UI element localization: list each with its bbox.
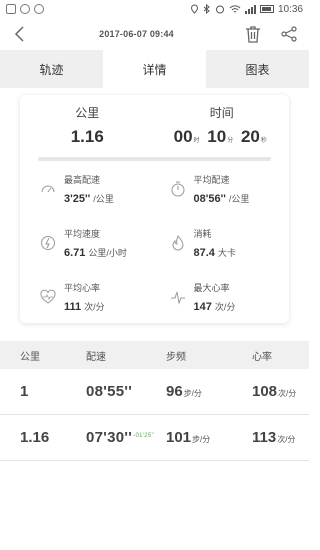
time-label: 时间 bbox=[209, 106, 234, 120]
heart-pulse-icon bbox=[40, 289, 56, 304]
hr-unit: 次/分 bbox=[277, 435, 296, 444]
stat-label: 平均心率 bbox=[64, 283, 101, 293]
time-summary: 时间 00时 10分 20秒 bbox=[155, 104, 290, 153]
bluetooth-icon bbox=[203, 4, 210, 14]
battery-icon bbox=[259, 5, 274, 13]
stopwatch-icon bbox=[171, 181, 184, 197]
cadence-value: 96 bbox=[166, 383, 183, 400]
nav-actions bbox=[243, 24, 299, 44]
pace-value: 08'55'' bbox=[86, 383, 133, 400]
header-km: 公里 bbox=[20, 351, 40, 363]
cell-pace: 07'30''-01'25'' bbox=[64, 429, 154, 446]
header-cadence: 步频 bbox=[166, 351, 186, 363]
chevron-left-icon bbox=[14, 26, 24, 42]
time-hours: 00 bbox=[173, 127, 193, 146]
lightning-icon bbox=[41, 236, 55, 250]
page-title: 2017-06-07 09:44 bbox=[99, 29, 174, 39]
top-nav: 2017-06-07 09:44 bbox=[0, 18, 309, 50]
splits-table-header: 公里 配速 步频 心率 bbox=[0, 341, 309, 369]
stat-value: 6.71 bbox=[64, 247, 86, 259]
stat-value: 147 bbox=[193, 301, 212, 313]
stat-value: 08'56'' bbox=[193, 193, 226, 205]
hr-value: 113 bbox=[252, 429, 277, 446]
stat-label: 平均速度 bbox=[64, 229, 101, 239]
share-button[interactable] bbox=[279, 24, 299, 44]
status-bar: 10:36 bbox=[0, 0, 309, 18]
header-pace: 配速 bbox=[86, 351, 106, 363]
time-minutes: 10 bbox=[207, 127, 227, 146]
tab-charts[interactable]: 图表 bbox=[206, 50, 309, 88]
share-icon bbox=[281, 26, 297, 42]
tab-bar: 轨迹 详情 图表 bbox=[0, 50, 309, 88]
stat-max-pace: 最高配速 3'25''/公里 bbox=[20, 173, 155, 227]
header-heart-rate: 心率 bbox=[252, 351, 272, 363]
stat-label: 消耗 bbox=[193, 229, 212, 239]
stat-unit: /公里 bbox=[93, 194, 114, 204]
cell-heart-rate: 113次/分 bbox=[228, 429, 309, 446]
wifi-icon bbox=[229, 5, 241, 13]
distance-value: 1.16 bbox=[70, 127, 104, 146]
distance-summary: 公里 1.16 bbox=[20, 104, 155, 153]
trash-icon bbox=[245, 26, 260, 43]
cell-km: 1 bbox=[20, 383, 29, 400]
time-seconds-unit: 秒 bbox=[260, 138, 267, 144]
cell-km: 1.16 bbox=[20, 429, 50, 446]
summary-header: 公里 1.16 时间 00时 10分 20秒 bbox=[20, 95, 289, 153]
stat-unit: 公里/小时 bbox=[88, 248, 127, 258]
cadence-unit: 步/分 bbox=[183, 389, 202, 398]
stat-label: 最大心率 bbox=[193, 283, 230, 293]
table-row: 1 08'55'' 96步/分 108次/分 bbox=[0, 369, 309, 415]
cell-cadence: 101步/分 bbox=[142, 429, 228, 446]
cell-cadence: 96步/分 bbox=[142, 383, 228, 400]
time-hours-unit: 时 bbox=[193, 138, 200, 144]
summary-card: 公里 1.16 时间 00时 10分 20秒 最高配速 3'25''/公里 平均… bbox=[20, 95, 289, 323]
status-right: 10:36 bbox=[190, 4, 303, 15]
alert-notification-icon bbox=[34, 4, 44, 14]
stat-unit: /公里 bbox=[228, 194, 250, 204]
gallery-notification-icon bbox=[6, 4, 16, 14]
stat-calories: 消耗 87.4 大卡 bbox=[155, 227, 290, 281]
tab-track[interactable]: 轨迹 bbox=[0, 50, 103, 88]
alarm-icon bbox=[215, 5, 224, 14]
time-seconds: 20 bbox=[240, 127, 260, 146]
status-left bbox=[6, 4, 44, 14]
hr-unit: 次/分 bbox=[278, 389, 297, 398]
stat-unit: 次/分 bbox=[214, 302, 236, 312]
time-value: 00时 10分 20秒 bbox=[155, 127, 290, 147]
stat-avg-pace: 平均配速 08'56''/公里 bbox=[155, 173, 290, 227]
pulse-icon bbox=[170, 291, 185, 305]
message-notification-icon bbox=[20, 4, 30, 14]
cadence-value: 101 bbox=[166, 429, 192, 446]
cadence-unit: 步/分 bbox=[192, 435, 211, 444]
stat-label: 最高配速 bbox=[64, 175, 101, 185]
stat-unit: 大卡 bbox=[217, 248, 236, 258]
stat-unit: 次/分 bbox=[84, 302, 105, 312]
tab-details[interactable]: 详情 bbox=[103, 50, 206, 88]
distance-label: 公里 bbox=[75, 106, 100, 120]
stat-value: 3'25'' bbox=[64, 193, 91, 205]
stat-max-heart-rate: 最大心率 147 次/分 bbox=[155, 281, 290, 335]
hr-value: 108 bbox=[252, 383, 278, 400]
cell-pace: 08'55'' bbox=[64, 383, 142, 400]
speedometer-icon bbox=[41, 185, 55, 193]
cell-heart-rate: 108次/分 bbox=[228, 383, 309, 400]
status-time: 10:36 bbox=[277, 3, 303, 15]
back-button[interactable] bbox=[10, 24, 30, 44]
flame-icon bbox=[171, 235, 184, 251]
stats-grid: 最高配速 3'25''/公里 平均配速 08'56''/公里 平均速度 6.71… bbox=[20, 161, 289, 335]
signal-icon bbox=[244, 4, 256, 14]
stat-value: 111 bbox=[64, 301, 82, 313]
location-icon bbox=[190, 4, 198, 14]
table-row: 1.16 07'30''-01'25'' 101步/分 113次/分 bbox=[0, 415, 309, 461]
pace-value: 07'30'' bbox=[86, 429, 133, 446]
stat-avg-heart-rate: 平均心率 111 次/分 bbox=[20, 281, 155, 335]
stat-label: 平均配速 bbox=[193, 175, 230, 185]
time-minutes-unit: 分 bbox=[227, 138, 234, 144]
delete-button[interactable] bbox=[243, 24, 263, 44]
stat-value: 87.4 bbox=[193, 247, 215, 259]
stat-avg-speed: 平均速度 6.71 公里/小时 bbox=[20, 227, 155, 281]
